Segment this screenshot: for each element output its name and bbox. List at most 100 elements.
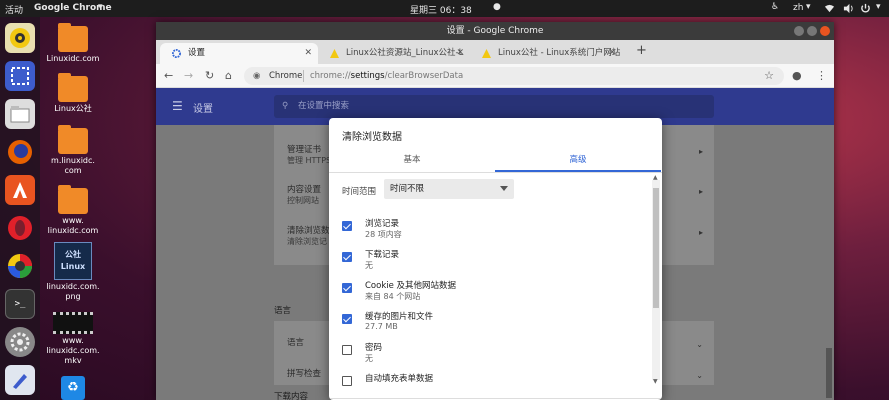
- screenshot-icon[interactable]: [5, 61, 35, 91]
- gear-icon: [172, 49, 181, 58]
- close-icon[interactable]: ✕: [304, 43, 312, 64]
- tab-divider: [329, 172, 662, 173]
- tab-label: Linux公社 - Linux系统门户网站: [498, 48, 621, 58]
- hamburger-menu-icon[interactable]: ☰: [172, 99, 183, 113]
- footer-divider: [329, 398, 662, 399]
- close-icon[interactable]: ✕: [456, 43, 464, 64]
- chevron-right-icon: ▸: [698, 147, 703, 156]
- dialog-scrollbar-thumb[interactable]: [653, 188, 659, 308]
- folder-icon: [58, 23, 88, 52]
- search-placeholder: 在设置中搜索: [298, 101, 350, 111]
- top-panel: 活动 Google Chrome ▾ 星期三 06：38 ● ♿ zh ▾ ▾: [0, 0, 889, 17]
- activities-button[interactable]: 活动: [5, 3, 23, 16]
- color-picker-icon[interactable]: [5, 251, 35, 281]
- option-autofill[interactable]: 自动填充表单数据: [342, 372, 642, 400]
- origin-chip: Chrome: [269, 71, 303, 81]
- desktop-image-file[interactable]: 公社 Linux linuxidc.com. png: [44, 242, 102, 302]
- chrome-window: 设置 - Google Chrome 设置 ✕ Linux公社资源站_Linux…: [156, 22, 834, 400]
- notification-dot-icon: ●: [493, 2, 501, 12]
- favicon-icon: [482, 49, 491, 58]
- close-icon[interactable]: ✕: [608, 43, 616, 64]
- tab-basic[interactable]: 基本: [329, 153, 495, 172]
- window-titlebar[interactable]: 设置 - Google Chrome: [156, 22, 834, 40]
- section-title-downloads: 下载内容: [274, 392, 309, 400]
- maximize-button[interactable]: [807, 26, 817, 36]
- desktop-folder[interactable]: Linuxidc.com: [44, 23, 102, 64]
- checkbox-unchecked[interactable]: [342, 376, 352, 386]
- option-download-history[interactable]: 下载记录 无: [342, 248, 642, 278]
- checkbox-checked[interactable]: [342, 283, 352, 293]
- accessibility-icon[interactable]: ♿: [771, 2, 779, 12]
- scroll-down-icon[interactable]: ▼: [653, 378, 658, 385]
- image-thumbnail-icon: 公社 Linux: [54, 242, 92, 280]
- desktop-icon-label: www. linuxidc.com: [47, 216, 99, 235]
- wifi-icon[interactable]: [824, 3, 835, 14]
- option-cookies[interactable]: Cookie 及其他网站数据 来自 84 个网站: [342, 279, 642, 309]
- option-browsing-history[interactable]: 浏览记录 28 项内容: [342, 217, 642, 247]
- scroll-up-icon[interactable]: ▲: [653, 174, 658, 181]
- desktop-recycle[interactable]: ♻: [44, 376, 102, 400]
- chevron-down-icon: ⌄: [696, 340, 703, 349]
- browser-toolbar: ← → ↻ ⌂ ◉ Chrome chrome://settings/clear…: [156, 64, 834, 88]
- checkbox-checked[interactable]: [342, 221, 352, 231]
- desktop-folder[interactable]: m.linuxidc. com: [44, 125, 102, 176]
- text-editor-icon[interactable]: [5, 365, 35, 395]
- chevron-down-icon: ⌄: [696, 371, 703, 380]
- desktop-icon-label: www. linuxidc.com. mkv: [46, 336, 100, 365]
- reload-icon[interactable]: ↻: [205, 69, 214, 83]
- close-window-button[interactable]: [820, 26, 830, 36]
- firefox-icon[interactable]: [5, 137, 35, 167]
- desktop-icon-label: Linuxidc.com: [46, 54, 100, 63]
- tab-linuxidc-portal[interactable]: Linux公社 - Linux系统门户网站 ✕: [470, 43, 622, 64]
- checkbox-checked[interactable]: [342, 252, 352, 262]
- section-title-language: 语言: [274, 306, 292, 316]
- search-icon: ⚲: [282, 101, 289, 111]
- desktop-folder[interactable]: www. linuxidc.com: [44, 185, 102, 236]
- bookmark-star-icon[interactable]: ☆: [764, 67, 774, 85]
- input-method[interactable]: zh: [793, 3, 803, 13]
- chevron-down-icon[interactable]: ▾: [98, 2, 103, 12]
- checkbox-unchecked[interactable]: [342, 345, 352, 355]
- terminal-icon[interactable]: >_: [5, 289, 35, 319]
- time-range-select[interactable]: 时间不限: [384, 179, 514, 199]
- desktop-folder[interactable]: Linux公社: [44, 73, 102, 114]
- address-bar[interactable]: ◉ Chrome chrome://settings/clearBrowserD…: [244, 67, 784, 85]
- folder-icon: [58, 125, 88, 154]
- page-scrollbar[interactable]: [826, 348, 832, 398]
- desktop-video-file[interactable]: www. linuxidc.com. mkv: [44, 312, 102, 366]
- settings-gear-icon[interactable]: [5, 327, 35, 357]
- video-thumbnail-icon: [53, 312, 93, 334]
- folder-icon: [58, 185, 88, 214]
- clock[interactable]: 星期三 06：38: [410, 3, 472, 16]
- folder-icon: [58, 73, 88, 102]
- chrome-logo-icon: ◉: [253, 71, 261, 81]
- tab-advanced[interactable]: 高级: [495, 153, 661, 172]
- volume-icon[interactable]: [843, 3, 854, 14]
- software-center-icon[interactable]: [5, 175, 35, 205]
- files-icon[interactable]: [5, 99, 35, 129]
- checkbox-checked[interactable]: [342, 314, 352, 324]
- chevron-right-icon: ▸: [698, 228, 703, 237]
- settings-search-input[interactable]: ⚲ 在设置中搜索: [274, 95, 714, 118]
- chevron-down-icon[interactable]: ▾: [876, 2, 881, 12]
- time-range-label: 时间范围: [342, 187, 377, 197]
- settings-header-title: 设置: [193, 104, 213, 115]
- option-cached-images[interactable]: 缓存的图片和文件 27.7 MB: [342, 310, 642, 340]
- url-text: chrome://settings/clearBrowserData: [310, 71, 464, 81]
- power-icon[interactable]: [860, 3, 871, 14]
- forward-arrow-icon[interactable]: →: [184, 69, 193, 83]
- option-passwords[interactable]: 密码 无: [342, 341, 642, 371]
- tab-settings[interactable]: 设置 ✕: [160, 43, 318, 64]
- home-icon[interactable]: ⌂: [225, 69, 232, 83]
- desktop-icon-label: m.linuxidc. com: [51, 156, 95, 175]
- rhythmbox-icon[interactable]: [5, 23, 35, 53]
- tab-linuxidc-resource[interactable]: Linux公社资源站_Linux公社-L ✕: [318, 43, 470, 64]
- minimize-button[interactable]: [794, 26, 804, 36]
- back-arrow-icon[interactable]: ←: [164, 69, 173, 83]
- profile-icon[interactable]: ●: [792, 69, 802, 83]
- opera-icon[interactable]: [5, 213, 35, 243]
- menu-kebab-icon[interactable]: ⋮: [816, 69, 827, 83]
- new-tab-button[interactable]: +: [636, 43, 647, 58]
- tab-label: Linux公社资源站_Linux公社-L: [346, 48, 464, 58]
- dialog-title: 清除浏览数据: [342, 132, 402, 143]
